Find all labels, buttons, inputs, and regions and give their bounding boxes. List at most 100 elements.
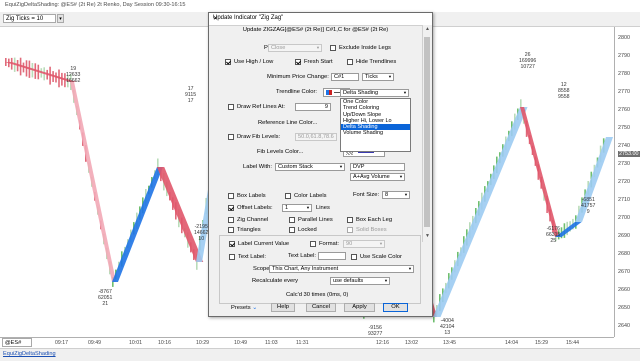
price-tick-label: 2750 (618, 125, 630, 131)
price-select[interactable]: Close ▼ (268, 44, 322, 52)
help-button[interactable]: Help (271, 303, 295, 312)
font-size-select[interactable]: 8 ▼ (382, 191, 410, 199)
offset-lines-select[interactable]: 1 ▼ (282, 204, 312, 212)
label-extra-select[interactable]: A+Avg Volume ▼ (350, 173, 405, 181)
label-current-value-checkbox[interactable] (229, 241, 235, 247)
scroll-up-icon[interactable]: ▲ (424, 26, 431, 32)
min-price-change-unit-select[interactable]: Ticks ▼ (362, 73, 394, 81)
last-price-label: 2753.00 (618, 151, 640, 157)
label-current-value-label: Label Current Value (238, 241, 290, 247)
shading-dropdown-list[interactable]: One Color Trend Coloring Up/Down Slope High… (340, 98, 411, 152)
use-scale-color-checkbox[interactable] (351, 254, 357, 260)
status-bar: EquiZigDeltaShading (0, 348, 640, 361)
reference-line-color-button[interactable]: Reference Line Color... (258, 120, 317, 126)
text-label-input[interactable] (318, 252, 346, 260)
shading-option[interactable]: Volume Shading (341, 130, 410, 136)
time-tick-label: 13:45 (443, 340, 456, 346)
price-tick-label: 2790 (618, 53, 630, 59)
label-with-select[interactable]: Custom Stack ▼ (275, 163, 345, 171)
zig-ticks-dropdown-icon[interactable]: ▾ (57, 14, 64, 23)
exclude-inside-legs-checkbox[interactable] (330, 45, 336, 51)
hide-trendlines-checkbox[interactable] (347, 59, 353, 65)
triangles-checkbox[interactable] (228, 227, 234, 233)
chevron-down-icon: ▼ (384, 278, 388, 283)
chart-tab[interactable]: EquiZigDeltaShading (3, 351, 56, 357)
draw-ref-lines-checkbox[interactable] (228, 104, 234, 110)
price-tick-label: 2640 (618, 323, 630, 329)
scroll-down-icon[interactable]: ▼ (424, 233, 431, 239)
time-tick-label: 09:49 (88, 340, 101, 346)
time-tick-label: 13:02 (405, 340, 418, 346)
swing-label: -8767 62051 21 (98, 289, 113, 307)
update-indicator-dialog: Update Indicator "Zig Zag" ✕ Update ZIGZ… (208, 12, 433, 317)
scope-select[interactable]: This Chart, Any Instrument ▼ (269, 265, 414, 273)
dialog-titlebar: Update Indicator "Zig Zag" ✕ (209, 13, 432, 26)
use-high-low-checkbox[interactable] (225, 59, 231, 65)
time-tick-label: 11:03 (265, 340, 278, 346)
price-tick-label: 2800 (618, 35, 630, 41)
recalculate-select[interactable]: use defaults ▼ (330, 277, 390, 285)
chevron-down-icon: ▼ (379, 241, 383, 246)
apply-button[interactable]: Apply (344, 303, 375, 312)
use-high-low-label: Use High / Low (234, 59, 274, 65)
format-checkbox[interactable] (310, 241, 316, 247)
format-select[interactable]: 90 ▼ (343, 240, 385, 248)
fib-levels-input[interactable]: 50.0,61.8,78.6 (295, 133, 337, 141)
swing-label: 12 8558 9558 (558, 82, 570, 100)
ok-button[interactable]: OK (383, 303, 408, 312)
min-price-change-input[interactable]: C#1 (331, 73, 359, 81)
time-tick-label: 10:29 (196, 340, 209, 346)
zig-channel-checkbox[interactable] (228, 217, 234, 223)
cancel-button[interactable]: Cancel (306, 303, 336, 312)
exclude-inside-legs-label: Exclude Inside Legs (339, 45, 391, 51)
price-axis[interactable]: 2800 2790 2780 2770 2760 2750 2740 2730 2720 2710… (614, 27, 640, 337)
time-tick-label: 10:16 (158, 340, 171, 346)
time-tick-label: 11:31 (296, 340, 309, 346)
chevron-down-icon: ▼ (388, 74, 392, 79)
fib-levels-color-label: Fib Levels Color... (257, 149, 304, 155)
time-tick-label: 15:29 (535, 340, 548, 346)
ref-lines-input[interactable]: 9 (295, 103, 331, 111)
fresh-start-checkbox[interactable] (295, 59, 301, 65)
color-labels-label: Color Labels (294, 193, 327, 199)
text-label-label: Text Label: (238, 254, 267, 260)
parallel-lines-label: Parallel Lines (298, 217, 333, 223)
price-tick-label: 2680 (618, 251, 630, 257)
zigzag-leg (433, 107, 528, 317)
symbol-selector[interactable]: @ES# (2, 338, 32, 347)
fresh-start-label: Fresh Start (304, 59, 333, 65)
presets-button[interactable]: Presets ⌄ (231, 305, 257, 311)
label-stack-input[interactable]: DVP (350, 163, 405, 171)
box-each-leg-checkbox[interactable] (347, 217, 353, 223)
price-tick-label: 2780 (618, 71, 630, 77)
time-tick-label: 09:17 (55, 340, 68, 346)
trendline-color-label: Trendline Color: (276, 89, 318, 95)
dialog-scrollbar[interactable]: ▲ ▼ (422, 25, 432, 242)
swing-label: 26 169996 10727 (519, 52, 537, 70)
chevron-down-icon: ▼ (399, 174, 403, 179)
draw-fib-levels-checkbox[interactable] (228, 134, 234, 140)
box-labels-checkbox[interactable] (228, 193, 234, 199)
chevron-down-icon: ▼ (316, 45, 320, 50)
locked-checkbox[interactable] (289, 227, 295, 233)
box-each-leg-label: Box Each Leg (356, 217, 393, 223)
close-icon[interactable]: ✕ (213, 15, 428, 22)
text-label-2-label: Text Label: (288, 253, 317, 259)
scroll-thumb[interactable] (424, 37, 430, 227)
locked-label: Locked (298, 227, 317, 233)
solid-boxes-checkbox[interactable] (347, 227, 353, 233)
swing-label: -6851 41757 9 (581, 197, 596, 215)
draw-ref-lines-label: Draw Ref Lines At: (237, 104, 286, 110)
zig-ticks-input[interactable]: Zig Ticks = 10 (3, 14, 56, 23)
color-labels-checkbox[interactable] (285, 193, 291, 199)
draw-fib-levels-label: Draw Fib Levels: (237, 134, 281, 140)
shading-select[interactable]: Delta Shading ▼ (340, 89, 409, 97)
zigzag-leg (70, 82, 117, 282)
price-tick-label: 2720 (618, 179, 630, 185)
offset-labels-checkbox[interactable] (228, 205, 234, 211)
text-label-checkbox[interactable] (229, 254, 235, 260)
price-tick-label: 2700 (618, 215, 630, 221)
dialog-subtitle: Update ZIGZAG[@ES# (2t Re)] C#1,C for @E… (242, 27, 389, 33)
parallel-lines-checkbox[interactable] (289, 217, 295, 223)
swing-label: 19 12633 16662 (66, 66, 81, 84)
